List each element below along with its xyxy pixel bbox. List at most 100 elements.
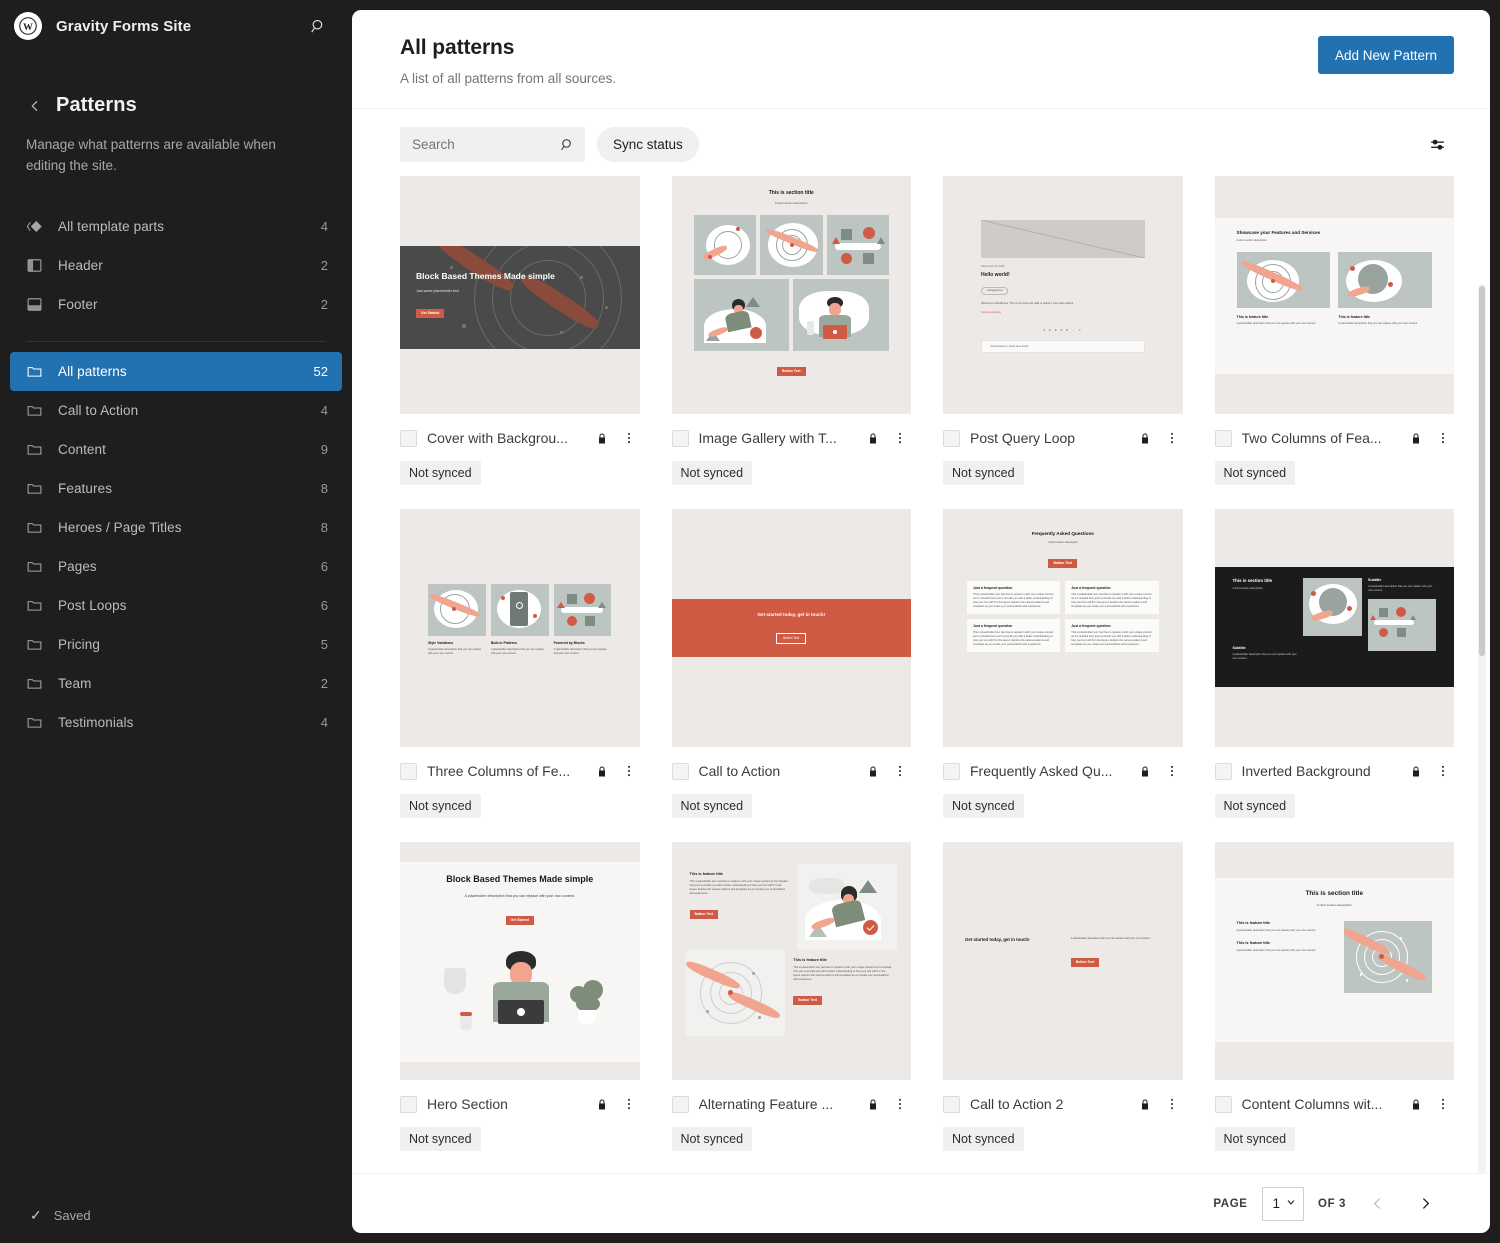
sidebar: W Gravity Forms Site Patterns Manage wha… — [0, 0, 352, 1243]
pattern-select-checkbox[interactable] — [400, 429, 417, 447]
search-field[interactable] — [400, 127, 585, 162]
sliders-icon[interactable] — [1420, 128, 1454, 162]
chevron-left-icon[interactable] — [1360, 1187, 1394, 1221]
pattern-select-checkbox[interactable] — [943, 762, 960, 780]
lock-icon — [1410, 765, 1422, 778]
pattern-thumbnail[interactable]: September 30, 2024 Hello world! Uncatego… — [943, 176, 1183, 414]
ellipsis-vertical-icon[interactable] — [1432, 760, 1454, 782]
pattern-card-meta: Two Columns of Fea... — [1214, 427, 1455, 449]
ellipsis-vertical-icon[interactable] — [1432, 1093, 1454, 1115]
pattern-select-checkbox[interactable] — [1214, 762, 1232, 780]
pattern-title[interactable]: Cover with Backgrou... — [427, 430, 586, 446]
ellipsis-vertical-icon[interactable] — [618, 760, 640, 782]
pattern-card-meta: Content Columns wit... — [1214, 1093, 1455, 1115]
folder-icon — [24, 673, 44, 693]
pattern-select-checkbox[interactable] — [943, 429, 960, 447]
pattern-thumbnail[interactable]: Block Based Themes Made simple A placeho… — [400, 842, 640, 1080]
sidebar-item-count: 6 — [320, 597, 328, 613]
pattern-title[interactable]: Two Columns of Fea... — [1242, 430, 1401, 446]
pattern-card-meta: Frequently Asked Qu... — [943, 760, 1183, 782]
sidebar-item-pages[interactable]: Pages 6 — [10, 547, 342, 586]
patterns-grid: Block Based Themes Made simple Just some… — [400, 176, 1454, 1151]
pattern-thumbnail[interactable]: Get started today, get in touch! A place… — [943, 842, 1183, 1080]
ellipsis-vertical-icon[interactable] — [1432, 427, 1454, 449]
pattern-thumbnail[interactable]: Block Based Themes Made simple Just some… — [400, 176, 640, 414]
ellipsis-vertical-icon[interactable] — [889, 427, 911, 449]
pattern-thumbnail[interactable]: This is section title A short section de… — [1214, 842, 1454, 1080]
sidebar-item-pricing[interactable]: Pricing 5 — [10, 625, 342, 664]
sidebar-item-heroes-page-titles[interactable]: Heroes / Page Titles 8 — [10, 508, 342, 547]
sidebar-item-count: 52 — [313, 363, 328, 379]
ellipsis-vertical-icon[interactable] — [1161, 760, 1183, 782]
search-icon[interactable] — [304, 12, 332, 40]
sync-status-filter-button[interactable]: Sync status — [597, 127, 699, 162]
pattern-thumbnail[interactable]: This is section title A short section de… — [1214, 509, 1454, 747]
vertical-scrollbar[interactable] — [1478, 284, 1486, 1173]
chevron-right-icon[interactable] — [1408, 1187, 1442, 1221]
pattern-thumbnail[interactable]: This is feature title This is placeholde… — [671, 842, 911, 1080]
pattern-thumbnail[interactable]: Showcase your Features and Services A sh… — [1214, 176, 1454, 414]
pattern-select-checkbox[interactable] — [1214, 429, 1232, 447]
pattern-title[interactable]: Image Gallery with T... — [699, 430, 858, 446]
panel-description: Manage what patterns are available when … — [26, 137, 276, 173]
sidebar-item-post-loops[interactable]: Post Loops 6 — [10, 586, 342, 625]
pattern-title[interactable]: Call to Action 2 — [970, 1096, 1129, 1112]
pattern-title[interactable]: Content Columns wit... — [1242, 1096, 1401, 1112]
pattern-select-checkbox[interactable] — [943, 1095, 960, 1113]
footer-layout-icon — [24, 294, 44, 314]
pattern-title[interactable]: Call to Action — [699, 763, 858, 779]
site-title: Gravity Forms Site — [56, 17, 192, 35]
pattern-title[interactable]: Frequently Asked Qu... — [970, 763, 1129, 779]
sidebar-item-features[interactable]: Features 8 — [10, 469, 342, 508]
ellipsis-vertical-icon[interactable] — [618, 1093, 640, 1115]
pattern-card: This is feature title This is placeholde… — [671, 842, 911, 1151]
sidebar-item-label: Pricing — [58, 636, 100, 652]
pattern-title[interactable]: Alternating Feature ... — [699, 1096, 858, 1112]
pattern-thumbnail[interactable]: Style Variations A placeholder descripti… — [400, 509, 640, 747]
back-chevron-icon[interactable] — [26, 97, 44, 115]
pattern-select-checkbox[interactable] — [671, 762, 689, 780]
ellipsis-vertical-icon[interactable] — [618, 427, 640, 449]
status-badge: Not synced — [400, 794, 481, 818]
layers-icon — [24, 216, 44, 236]
pattern-card: Showcase your Features and Services A sh… — [1214, 176, 1455, 485]
patterns-grid-scroll[interactable]: Block Based Themes Made simple Just some… — [352, 176, 1490, 1173]
sidebar-item-team[interactable]: Team 2 — [10, 664, 342, 703]
pattern-select-checkbox[interactable] — [1214, 1095, 1232, 1113]
sidebar-item-footer[interactable]: Footer 2 — [10, 285, 342, 324]
pattern-title[interactable]: Hero Section — [427, 1096, 586, 1112]
pattern-select-checkbox[interactable] — [400, 762, 417, 780]
pattern-title[interactable]: Post Query Loop — [970, 430, 1129, 446]
sidebar-item-all-template-parts[interactable]: All template parts 4 — [10, 207, 342, 246]
lock-icon — [867, 765, 879, 778]
sidebar-item-call-to-action[interactable]: Call to Action 4 — [10, 391, 342, 430]
pattern-title[interactable]: Three Columns of Fe... — [427, 763, 586, 779]
pattern-thumbnail[interactable]: Get started today, get in touch! Button … — [671, 509, 911, 747]
sidebar-item-label: Testimonials — [58, 714, 134, 730]
pattern-card: This is section title A short section de… — [1214, 509, 1454, 818]
ellipsis-vertical-icon[interactable] — [1161, 427, 1183, 449]
patterns-nav: All patterns 52 Call to Action 4 Content… — [0, 351, 352, 742]
pattern-select-checkbox[interactable] — [400, 1095, 417, 1113]
pattern-thumbnail[interactable]: This is section title A short section de… — [671, 176, 911, 414]
sidebar-item-header[interactable]: Header 2 — [10, 246, 342, 285]
ellipsis-vertical-icon[interactable] — [889, 760, 911, 782]
save-status-bar[interactable]: ✓ Saved — [0, 1187, 352, 1243]
pattern-thumbnail[interactable]: Frequently Asked Questions A short secti… — [943, 509, 1183, 747]
pattern-select-checkbox[interactable] — [671, 429, 689, 447]
wordpress-logo-icon[interactable]: W — [14, 12, 42, 40]
pattern-title[interactable]: Inverted Background — [1242, 763, 1401, 779]
pattern-card: Block Based Themes Made simple A placeho… — [400, 842, 640, 1151]
sidebar-item-content[interactable]: Content 9 — [10, 430, 342, 469]
ellipsis-vertical-icon[interactable] — [1161, 1093, 1183, 1115]
add-new-pattern-button[interactable]: Add New Pattern — [1317, 36, 1454, 74]
ellipsis-vertical-icon[interactable] — [889, 1093, 911, 1115]
search-input[interactable] — [400, 127, 585, 162]
pattern-select-checkbox[interactable] — [671, 1095, 689, 1113]
sidebar-item-all-patterns[interactable]: All patterns 52 — [10, 351, 342, 391]
page-heading: All patterns — [400, 36, 515, 59]
page-number-select[interactable]: 1 — [1261, 1186, 1305, 1221]
checkmark-icon: ✓ — [30, 1206, 42, 1223]
sidebar-item-testimonials[interactable]: Testimonials 4 — [10, 703, 342, 742]
sidebar-item-label: Team — [58, 675, 92, 691]
